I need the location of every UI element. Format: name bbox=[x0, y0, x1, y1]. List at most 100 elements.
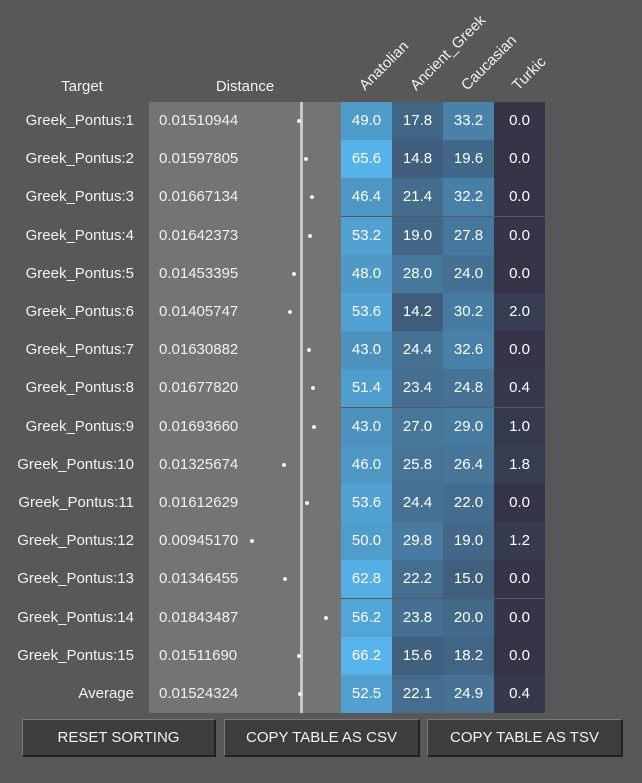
population-percentage-cell: 43.0 bbox=[341, 407, 392, 446]
population-percentage-cell: 62.8 bbox=[341, 560, 392, 599]
target-column-header[interactable]: Target bbox=[20, 78, 144, 95]
population-percentage-cell: 0.0 bbox=[494, 178, 545, 217]
population-percentage-cell: 52.5 bbox=[341, 675, 392, 713]
table-row: Greek_Pontus:14 0.01843487 56.2 23.8 20.0 0.0 bbox=[0, 598, 642, 637]
population-header-ancient-greek[interactable]: Ancient_Greek bbox=[392, 12, 489, 100]
table-row: Greek_Pontus:5 0.01453395 48.0 28.0 24.0 0.0 bbox=[0, 254, 642, 293]
population-percentage-cell: 24.0 bbox=[443, 254, 494, 293]
table-row: Greek_Pontus:12 0.00945170 50.0 29.8 19.0 1.2 bbox=[0, 522, 642, 561]
table-row: Greek_Pontus:1 0.01510944 49.0 17.8 33.2 0.0 bbox=[0, 102, 642, 140]
distance-dot bbox=[250, 539, 255, 544]
population-percentage-cell: 23.8 bbox=[392, 598, 443, 637]
target-name: Greek_Pontus:14 bbox=[17, 608, 134, 626]
population-percentage-cell: 0.0 bbox=[494, 560, 545, 599]
population-percentage-cell: 1.2 bbox=[494, 522, 545, 561]
distance-dot bbox=[298, 692, 303, 696]
table-row: Greek_Pontus:11 0.01612629 53.6 24.4 22.0 0.0 bbox=[0, 484, 642, 522]
target-name: Greek_Pontus:6 bbox=[25, 303, 134, 320]
population-percentage-cell: 0.0 bbox=[494, 102, 545, 140]
population-percentage-cell: 51.4 bbox=[341, 369, 392, 408]
population-percentage-cell: 0.0 bbox=[494, 331, 545, 370]
table-row: Greek_Pontus:2 0.01597805 65.6 14.8 19.6 0.0 bbox=[0, 140, 642, 179]
population-percentage-cell: 32.2 bbox=[443, 178, 494, 217]
distance-value: 0.01612629 bbox=[159, 494, 239, 511]
copy-csv-button[interactable]: COPY TABLE AS CSV bbox=[224, 719, 420, 757]
population-percentage-cell: 2.0 bbox=[494, 293, 545, 331]
population-percentage-cell: 19.0 bbox=[443, 522, 494, 561]
population-percentage-cell: 18.2 bbox=[443, 636, 494, 675]
distance-value: 0.01677820 bbox=[159, 379, 239, 397]
table-row: Greek_Pontus:8 0.01677820 51.4 23.4 24.8 0.4 bbox=[0, 369, 642, 408]
population-percentage-cell: 43.0 bbox=[341, 331, 392, 370]
distance-dot bbox=[297, 653, 302, 658]
population-percentage-cell: 0.0 bbox=[494, 140, 545, 179]
population-percentage-cell: 27.8 bbox=[443, 216, 494, 255]
population-percentage-cell: 24.4 bbox=[392, 331, 443, 370]
reset-sorting-button[interactable]: RESET SORTING bbox=[22, 719, 216, 757]
population-percentage-cell: 0.0 bbox=[494, 636, 545, 675]
distance-value: 0.01405747 bbox=[159, 303, 239, 320]
population-percentage-cell: 0.0 bbox=[494, 484, 545, 522]
distance-value: 0.01843487 bbox=[159, 608, 239, 626]
table-row: Greek_Pontus:3 0.01667134 46.4 21.4 32.2 0.0 bbox=[0, 178, 642, 217]
distance-dot bbox=[306, 348, 311, 353]
distance-value: 0.01453395 bbox=[159, 264, 239, 282]
population-percentage-cell: 22.1 bbox=[392, 675, 443, 713]
population-header-caucasian[interactable]: Caucasian bbox=[443, 32, 520, 100]
population-percentage-cell: 17.8 bbox=[392, 102, 443, 140]
population-percentage-cell: 24.9 bbox=[443, 675, 494, 713]
distance-dot bbox=[297, 119, 301, 123]
population-percentage-cell: 22.0 bbox=[443, 484, 494, 522]
population-percentage-cell: 24.4 bbox=[392, 484, 443, 522]
population-percentage-cell: 30.2 bbox=[443, 293, 494, 331]
distance-dot bbox=[288, 310, 293, 314]
target-name: Greek_Pontus:11 bbox=[18, 494, 134, 511]
population-percentage-cell: 0.0 bbox=[494, 254, 545, 293]
copy-tsv-button[interactable]: COPY TABLE AS TSV bbox=[427, 719, 623, 757]
table-row: Greek_Pontus:13 0.01346455 62.8 22.2 15.0 0.0 bbox=[0, 560, 642, 599]
population-percentage-cell: 20.0 bbox=[443, 598, 494, 637]
population-header-label[interactable]: Turkic bbox=[509, 53, 550, 94]
distance-column-header[interactable]: Distance bbox=[150, 78, 340, 95]
population-percentage-cell: 15.0 bbox=[443, 560, 494, 599]
distance-dot bbox=[283, 577, 288, 582]
population-percentage-cell: 27.0 bbox=[392, 407, 443, 446]
population-percentage-cell: 33.2 bbox=[443, 102, 494, 140]
population-percentage-cell: 19.6 bbox=[443, 140, 494, 179]
population-percentage-cell: 56.2 bbox=[341, 598, 392, 637]
population-percentage-cell: 1.0 bbox=[494, 407, 545, 446]
population-percentage-cell: 23.4 bbox=[392, 369, 443, 408]
population-percentage-cell: 22.2 bbox=[392, 560, 443, 599]
population-percentage-cell: 46.0 bbox=[341, 445, 392, 484]
target-name: Greek_Pontus:7 bbox=[25, 341, 134, 359]
distance-value: 0.01667134 bbox=[159, 188, 239, 206]
population-percentage-cell: 53.6 bbox=[341, 293, 392, 331]
distance-dot bbox=[307, 233, 312, 238]
population-percentage-cell: 53.6 bbox=[341, 484, 392, 522]
target-name: Greek_Pontus:5 bbox=[25, 264, 134, 282]
distance-value: 0.00945170 bbox=[159, 532, 239, 550]
distance-dot bbox=[304, 157, 309, 162]
table-row: Greek_Pontus:9 0.01693660 43.0 27.0 29.0 1.0 bbox=[0, 407, 642, 446]
distance-value: 0.01524324 bbox=[159, 685, 239, 702]
population-percentage-cell: 29.0 bbox=[443, 407, 494, 446]
population-header-turkic[interactable]: Turkic bbox=[494, 53, 550, 100]
population-percentage-cell: 0.0 bbox=[494, 216, 545, 255]
population-percentage-cell: 0.0 bbox=[494, 598, 545, 637]
distance-dot bbox=[305, 501, 310, 505]
target-name: Greek_Pontus:3 bbox=[25, 188, 134, 206]
target-name: Greek_Pontus:12 bbox=[17, 532, 134, 550]
distance-dot bbox=[292, 271, 297, 276]
admixture-results-view: Target Distance Anatolian Ancient_Greek … bbox=[0, 0, 642, 783]
population-percentage-cell: 49.0 bbox=[341, 102, 392, 140]
population-percentage-cell: 50.0 bbox=[341, 522, 392, 561]
population-percentage-cell: 0.4 bbox=[494, 675, 545, 713]
population-header-anatolian[interactable]: Anatolian bbox=[341, 38, 412, 100]
table-row: Greek_Pontus:4 0.01642373 53.2 19.0 27.8 0.0 bbox=[0, 216, 642, 255]
distance-dot bbox=[312, 424, 317, 429]
table-row: Greek_Pontus:10 0.01325674 46.0 25.8 26.4 1.8 bbox=[0, 445, 642, 484]
population-percentage-cell: 15.6 bbox=[392, 636, 443, 675]
population-percentage-cell: 29.8 bbox=[392, 522, 443, 561]
distance-value: 0.01346455 bbox=[159, 570, 239, 588]
distance-value: 0.01511690 bbox=[159, 646, 238, 664]
